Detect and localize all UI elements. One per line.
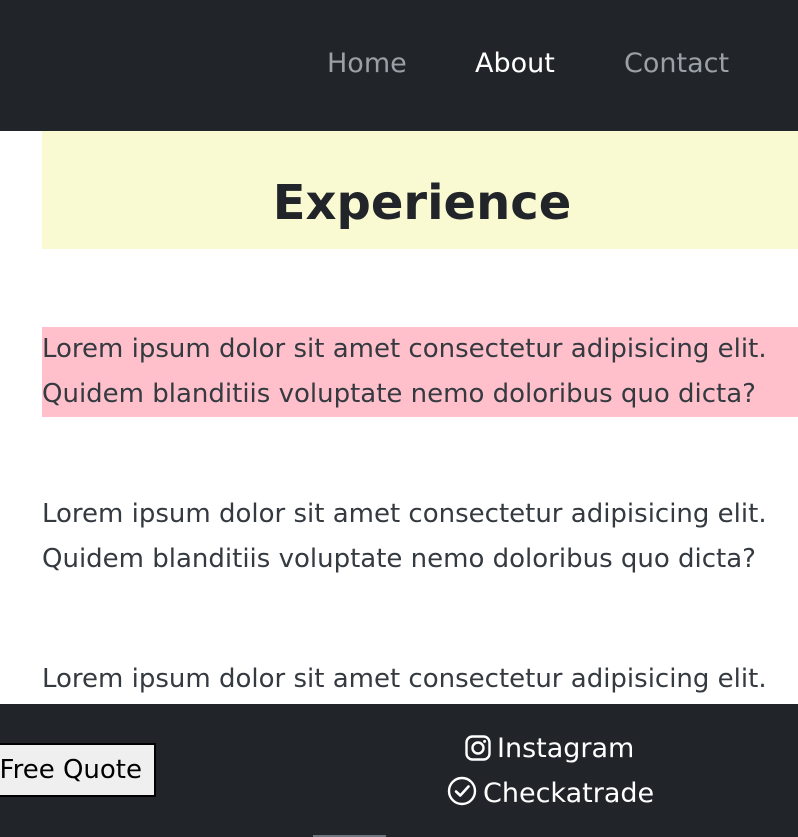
instagram-icon: [465, 733, 497, 764]
check-circle-icon: [447, 776, 483, 809]
free-quote-button[interactable]: Free Quote: [0, 743, 156, 797]
paragraph-line: Lorem ipsum dolor sit amet consectetur a…: [42, 334, 767, 364]
paragraph-line: Lorem ipsum dolor sit amet consectetur a…: [42, 664, 767, 694]
navbar: Home About Contact: [0, 0, 798, 131]
nav-home-link[interactable]: Home: [327, 44, 407, 84]
instagram-link[interactable]: Instagram: [465, 729, 634, 769]
paragraph: Lorem ipsum dolor sit amet consectetur a…: [42, 657, 798, 702]
footer: Free Quote Instagram Checkatrade: [0, 704, 798, 837]
heading-banner: Experience: [42, 131, 798, 249]
checkatrade-label: Checkatrade: [483, 778, 655, 809]
paragraph: Lorem ipsum dolor sit amet consectetur a…: [42, 492, 798, 582]
page-title: Experience: [272, 175, 572, 231]
nav-about-link[interactable]: About: [475, 44, 555, 84]
paragraph-highlighted: Lorem ipsum dolor sit amet consectetur a…: [42, 327, 798, 417]
nav-contact-link[interactable]: Contact: [624, 44, 729, 84]
instagram-label: Instagram: [497, 733, 635, 764]
checkatrade-link[interactable]: Checkatrade: [447, 774, 654, 814]
paragraph-line: Quidem blanditiis voluptate nemo dolorib…: [42, 544, 756, 574]
paragraph-line: Lorem ipsum dolor sit amet consectetur a…: [42, 499, 767, 529]
main-content: Experience Lorem ipsum dolor sit amet co…: [0, 131, 798, 704]
paragraph-line: Quidem blanditiis voluptate nemo dolorib…: [42, 379, 756, 409]
